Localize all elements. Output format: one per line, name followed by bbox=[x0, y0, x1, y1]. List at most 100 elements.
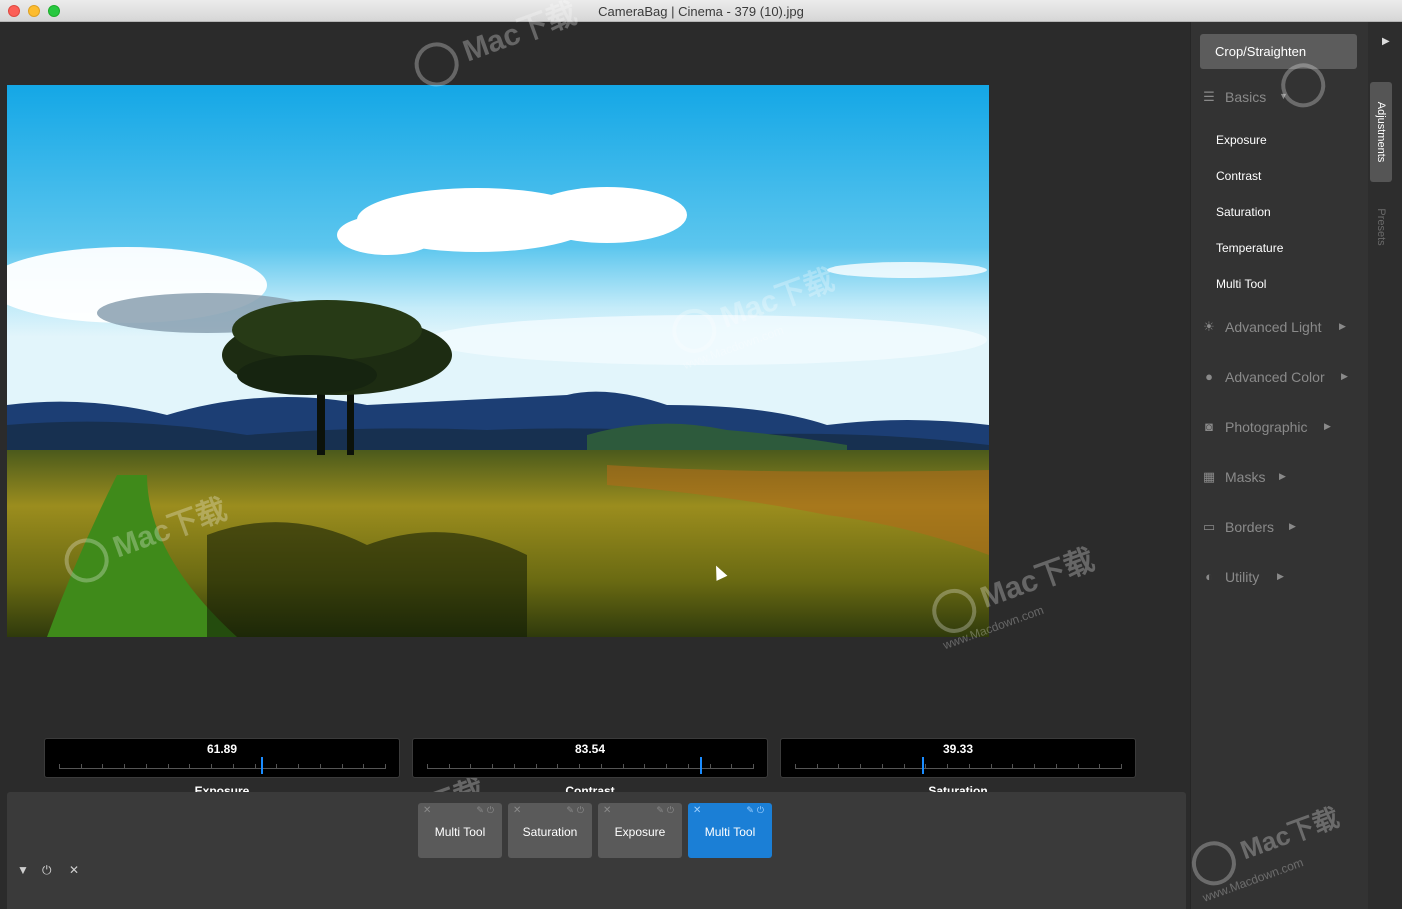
saturation-slider-group: 39.33 Saturation bbox=[780, 738, 1136, 798]
chip-label: Exposure bbox=[614, 825, 666, 839]
contrast-slider[interactable]: 83.54 bbox=[412, 738, 768, 778]
slider-tick bbox=[600, 764, 602, 769]
slider-track[interactable] bbox=[795, 764, 1122, 769]
contrast-slider-group: 83.54 Contrast bbox=[412, 738, 768, 798]
chevron-right-icon: ▶ bbox=[1324, 421, 1331, 431]
section-label: Advanced Color bbox=[1225, 369, 1325, 385]
slider-tick bbox=[1055, 764, 1057, 769]
slider-thumb[interactable] bbox=[921, 757, 924, 774]
slider-tick bbox=[298, 764, 300, 769]
slider-tick bbox=[232, 764, 234, 769]
slider-tick bbox=[254, 764, 256, 769]
pin-power-icons[interactable]: ✎⏻ bbox=[746, 805, 767, 816]
basics-item-temperature[interactable]: Temperature bbox=[1216, 241, 1283, 255]
pin-power-icons[interactable]: ✎⏻ bbox=[566, 805, 587, 816]
slider-thumb[interactable] bbox=[261, 757, 264, 774]
remove-icon[interactable]: ✕ bbox=[693, 805, 701, 816]
chevron-right-icon: ▶ bbox=[1289, 521, 1296, 531]
slider-tick bbox=[731, 764, 733, 769]
section-label: Utility bbox=[1225, 569, 1260, 585]
section-label: Photographic bbox=[1225, 419, 1308, 435]
basics-item-contrast[interactable]: Contrast bbox=[1216, 169, 1261, 183]
section-masks[interactable]: ▦ Masks ▶ bbox=[1191, 466, 1369, 490]
section-label: Advanced Light bbox=[1225, 319, 1322, 335]
remove-icon[interactable]: ✕ bbox=[513, 805, 521, 816]
slider-tick bbox=[990, 764, 992, 769]
camera-icon: ◙ bbox=[1205, 419, 1213, 434]
power-icon[interactable]: ⏻ bbox=[42, 863, 52, 878]
slider-tick bbox=[385, 764, 386, 769]
slider-tick bbox=[795, 764, 796, 769]
slider-tick bbox=[167, 764, 169, 769]
mask-icon: ▦ bbox=[1202, 469, 1216, 484]
slider-tick bbox=[579, 764, 581, 769]
utility-icon: ◐ bbox=[1205, 569, 1213, 584]
section-advanced-color[interactable]: ● Advanced Color ▶ bbox=[1191, 366, 1369, 390]
slider-tick bbox=[1121, 764, 1122, 769]
slider-tick bbox=[363, 764, 365, 769]
close-icon[interactable]: ✕ bbox=[69, 863, 79, 877]
slider-track[interactable] bbox=[59, 764, 386, 769]
image-canvas: Mac下载 Mac下载www.Macdown.com Mac下载www.Macd… bbox=[0, 0, 1190, 909]
crop-straighten-button[interactable]: Crop/Straighten bbox=[1200, 34, 1357, 69]
app-window: CameraBag | Cinema - 379 (10).jpg Mac下载 … bbox=[0, 0, 1402, 909]
slider-tick bbox=[189, 764, 191, 769]
basics-item-saturation[interactable]: Saturation bbox=[1216, 205, 1271, 219]
slider-tick bbox=[470, 764, 472, 769]
window-title: CameraBag | Cinema - 379 (10).jpg bbox=[598, 4, 804, 19]
slider-tick bbox=[124, 764, 126, 769]
section-photographic[interactable]: ◙ Photographic ▶ bbox=[1191, 416, 1369, 440]
slider-thumb[interactable] bbox=[699, 757, 702, 774]
saturation-slider[interactable]: 39.33 bbox=[780, 738, 1136, 778]
slider-tick bbox=[1034, 764, 1036, 769]
pin-power-icons[interactable]: ✎⏻ bbox=[476, 805, 497, 816]
remove-icon[interactable]: ✕ bbox=[603, 805, 611, 816]
chevron-right-icon: ▶ bbox=[1279, 471, 1286, 481]
photo-preview[interactable] bbox=[7, 85, 989, 637]
stack-chip-multi-tool[interactable]: ✕ ✎⏻ Multi Tool bbox=[418, 803, 502, 858]
slider-tick bbox=[622, 764, 624, 769]
slider-tick bbox=[1077, 764, 1079, 769]
chip-label: Saturation bbox=[522, 825, 578, 839]
title-bar: CameraBag | Cinema - 379 (10).jpg bbox=[0, 0, 1402, 22]
slider-tick bbox=[860, 764, 862, 769]
stack-chip-multi-tool-active[interactable]: ✕ ✎⏻ Multi Tool bbox=[688, 803, 772, 858]
chevron-right-icon: ▶ bbox=[1277, 571, 1284, 581]
section-borders[interactable]: ▭ Borders ▶ bbox=[1191, 516, 1369, 540]
slider-value: 61.89 bbox=[206, 742, 238, 756]
basics-item-exposure[interactable]: Exposure bbox=[1216, 133, 1267, 147]
slider-tick bbox=[687, 764, 689, 769]
stack-chip-saturation[interactable]: ✕ ✎⏻ Saturation bbox=[508, 803, 592, 858]
basics-item-multi-tool[interactable]: Multi Tool bbox=[1216, 277, 1266, 291]
slider-tick bbox=[1012, 764, 1014, 769]
tab-presets[interactable]: Presets bbox=[1370, 192, 1392, 262]
slider-tick bbox=[492, 764, 494, 769]
slider-tick bbox=[513, 764, 515, 769]
section-utility[interactable]: ◐ Utility ▶ bbox=[1191, 566, 1369, 590]
remove-icon[interactable]: ✕ bbox=[423, 805, 431, 816]
slider-tick bbox=[709, 764, 711, 769]
collapse-icon[interactable]: ▼ bbox=[17, 863, 29, 877]
slider-tick bbox=[276, 764, 278, 769]
section-advanced-light[interactable]: ☀ Advanced Light ▶ bbox=[1191, 316, 1369, 340]
slider-tick bbox=[145, 764, 147, 769]
slider-tick bbox=[903, 764, 905, 769]
pin-power-icons[interactable]: ✎⏻ bbox=[656, 805, 677, 816]
slider-tick bbox=[211, 764, 213, 769]
stack-chip-exposure[interactable]: ✕ ✎⏻ Exposure bbox=[598, 803, 682, 858]
section-label: Basics bbox=[1225, 89, 1267, 105]
collapse-panel-icon[interactable]: ▶ bbox=[1382, 36, 1390, 47]
tab-label: Presets bbox=[1375, 208, 1387, 246]
slider-tick bbox=[968, 764, 970, 769]
slider-tick bbox=[59, 764, 60, 769]
chevron-down-icon: ▼ bbox=[1279, 91, 1288, 101]
side-tab-strip: ▶ Adjustments Presets bbox=[1368, 22, 1402, 909]
section-basics[interactable]: ☰ Basics ▼ bbox=[1191, 86, 1369, 110]
exposure-slider[interactable]: 61.89 bbox=[44, 738, 400, 778]
exposure-slider-group: 61.89 Exposure bbox=[44, 738, 400, 798]
slider-track[interactable] bbox=[427, 764, 754, 769]
slider-tick bbox=[427, 764, 428, 769]
sliders-icon: ☰ bbox=[1203, 89, 1215, 104]
slider-tick bbox=[80, 764, 82, 769]
tab-adjustments[interactable]: Adjustments bbox=[1370, 82, 1392, 182]
